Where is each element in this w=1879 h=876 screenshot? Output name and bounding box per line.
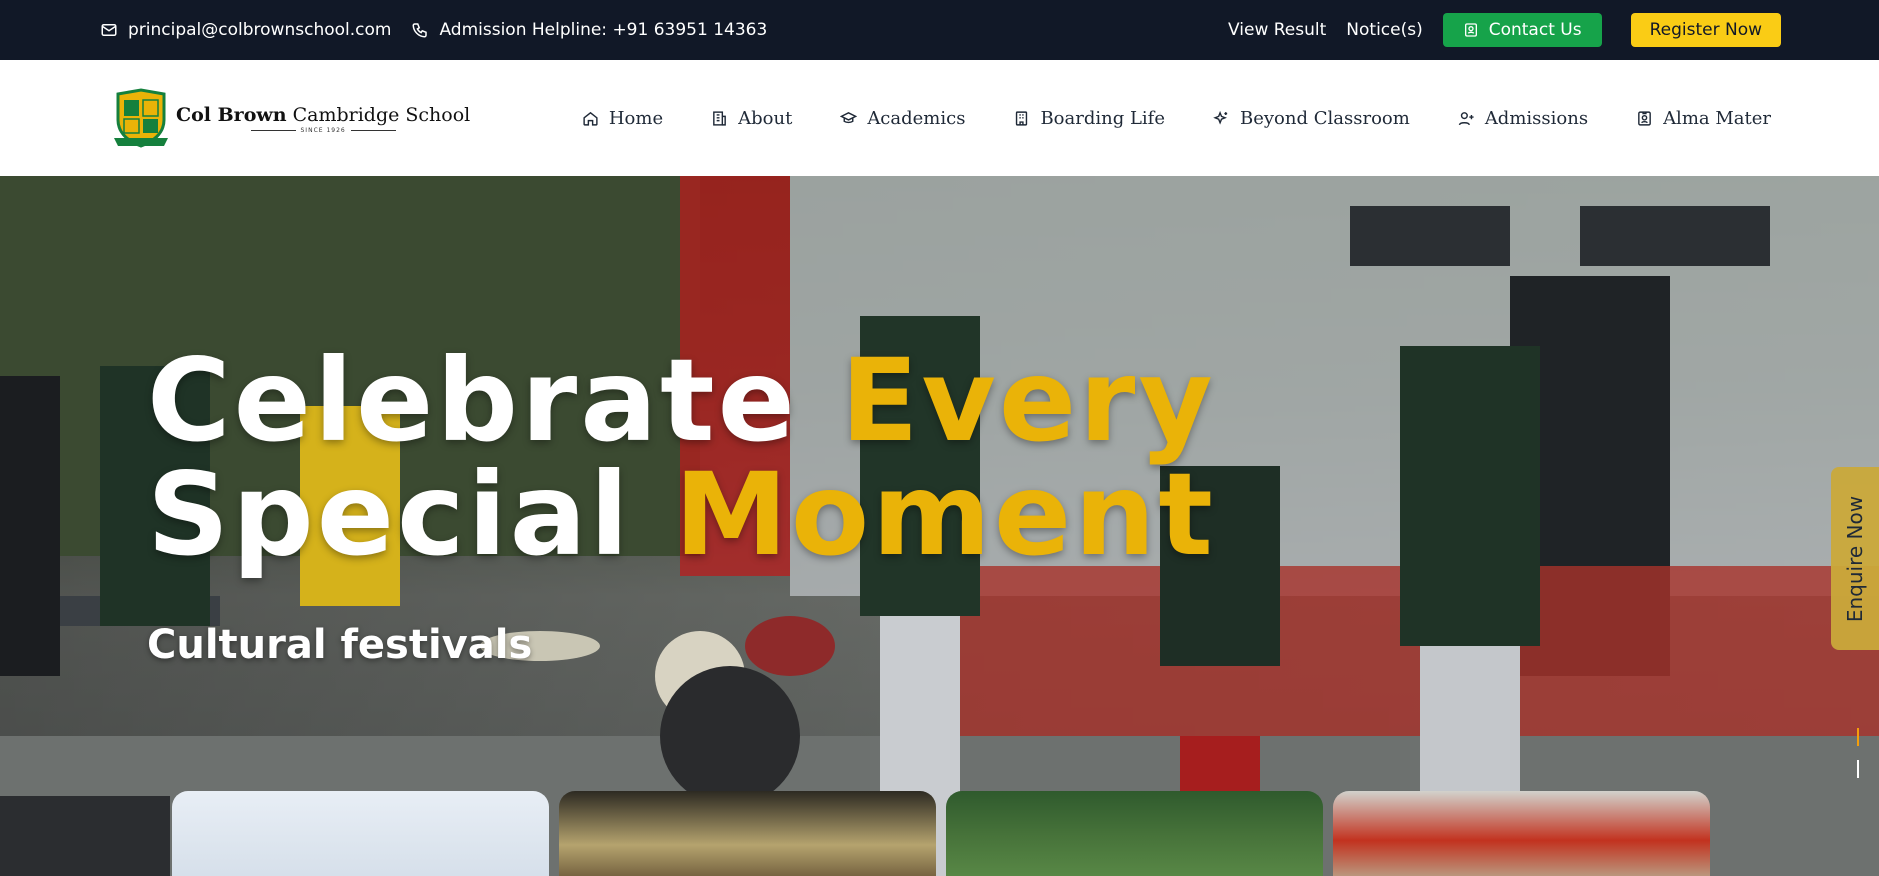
mail-icon (101, 24, 117, 36)
phone-icon (412, 23, 428, 38)
slider-indicators (1857, 728, 1859, 778)
headline-line-2: Special Moment (147, 448, 1216, 581)
thumbnail-card[interactable] (172, 791, 549, 876)
school-name: Col Brown Cambridge School (176, 104, 471, 126)
contact-info: principal@colbrownschool.com Admission H… (100, 0, 767, 60)
nav-item-about[interactable]: About (711, 108, 792, 129)
nav-label-about: About (738, 107, 793, 129)
hero-headline: Celebrate Every Special Moment (147, 344, 1216, 572)
hero-banner: Celebrate Every Special Moment Cultural … (0, 176, 1879, 876)
nav-item-home[interactable]: Home (582, 108, 663, 129)
hostel-icon (1016, 110, 1028, 126)
thumbnail-card[interactable] (1333, 791, 1710, 876)
top-bar: principal@colbrownschool.com Admission H… (0, 0, 1879, 60)
gallery-thumbnails (172, 791, 1710, 876)
thumbnail-card[interactable] (559, 791, 936, 876)
main-navbar: Col Brown Cambridge School SINCE 1926 Ho… (0, 60, 1879, 176)
nav-label-boarding-life: Boarding Life (1040, 107, 1165, 129)
register-now-button[interactable]: Register Now (1630, 13, 1781, 47)
nav-item-alma-mater[interactable]: Alma Mater (1636, 108, 1771, 129)
nav-label-academics: Academics (867, 107, 966, 129)
primary-nav: Home About Academics Boarding Life Beyon… (582, 60, 1771, 176)
school-logo[interactable]: Col Brown Cambridge School SINCE 1926 (112, 88, 470, 150)
building-icon (713, 110, 726, 126)
top-links: View Result Notice(s) Contact Us Registe… (1228, 0, 1781, 60)
slide-indicator-1[interactable] (1857, 728, 1859, 746)
crest-icon (114, 88, 168, 148)
nav-item-academics[interactable]: Academics (840, 108, 965, 129)
notices-link[interactable]: Notice(s) (1346, 20, 1422, 40)
nav-item-boarding-life[interactable]: Boarding Life (1013, 108, 1165, 129)
enquire-now-tab[interactable]: Enquire Now (1831, 467, 1879, 650)
enquire-now-label: Enquire Now (1843, 495, 1867, 622)
nav-item-beyond-classroom[interactable]: Beyond Classroom (1213, 108, 1410, 129)
headline-line-1: Celebrate Every (147, 334, 1216, 467)
headline-accent-2: Moment (674, 448, 1216, 581)
nav-label-admissions: Admissions (1484, 107, 1589, 129)
home-icon (583, 111, 598, 126)
user-plus-icon (1458, 111, 1474, 125)
nav-item-admissions[interactable]: Admissions (1458, 108, 1588, 129)
nav-label-alma-mater: Alma Mater (1663, 107, 1771, 129)
logo-text: Col Brown Cambridge School SINCE 1926 (176, 104, 470, 134)
email-link[interactable]: principal@colbrownschool.com (100, 20, 391, 40)
contact-card-icon (1464, 23, 1477, 37)
thumbnail-card[interactable] (946, 791, 1323, 876)
slide-indicator-2[interactable] (1857, 760, 1859, 778)
contact-us-button[interactable]: Contact Us (1442, 13, 1602, 47)
contact-us-label: Contact Us (1488, 20, 1582, 40)
hero-subtitle: Cultural festivals (147, 622, 533, 668)
nav-label-beyond-classroom: Beyond Classroom (1240, 107, 1410, 129)
helpline-text: Admission Helpline: +91 63951 14363 (439, 20, 768, 40)
helpline-link[interactable]: Admission Helpline: +91 63951 14363 (411, 20, 767, 40)
view-result-link[interactable]: View Result (1228, 20, 1326, 40)
nav-label-home: Home (608, 107, 664, 129)
since-tagline: SINCE 1926 (251, 127, 396, 134)
graduation-cap-icon (840, 111, 858, 123)
sparkles-icon (1213, 110, 1228, 125)
register-now-label: Register Now (1649, 20, 1762, 40)
email-text: principal@colbrownschool.com (128, 20, 392, 40)
id-badge-icon (1638, 110, 1651, 126)
